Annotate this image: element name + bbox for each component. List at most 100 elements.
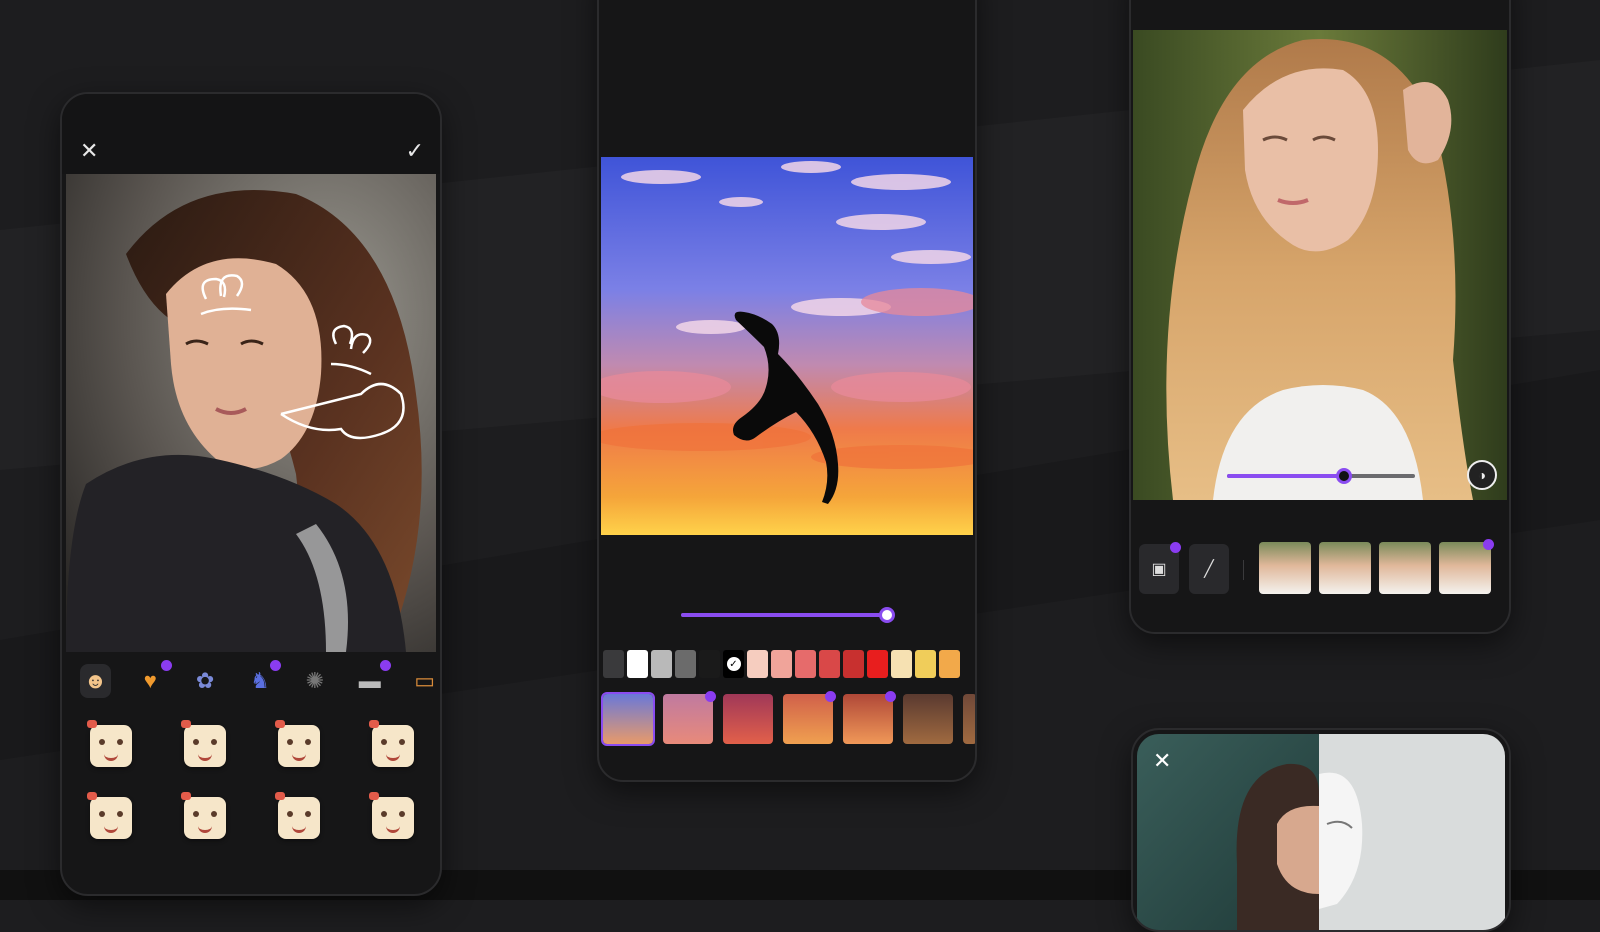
- emoji-face-icon: ☻: [83, 668, 107, 693]
- image-icon: ▣: [1151, 561, 1167, 578]
- bow-icon: [369, 720, 379, 728]
- sticker-item[interactable]: [275, 792, 320, 839]
- hat-icon: ▬: [358, 668, 381, 693]
- sticker-category-tab[interactable]: ▭: [409, 664, 440, 698]
- color-swatch[interactable]: [867, 650, 888, 678]
- color-swatch[interactable]: [699, 650, 720, 678]
- heart-icon: ♥: [143, 668, 157, 693]
- check-icon[interactable]: ✓: [406, 140, 424, 162]
- face-eyes: [287, 739, 311, 745]
- face-eyes: [193, 811, 217, 817]
- divider: [1243, 560, 1244, 580]
- filter-preset-thumb[interactable]: [1259, 542, 1311, 594]
- sky-preset-thumb[interactable]: [783, 691, 836, 744]
- compare-button[interactable]: ◑: [1467, 460, 1497, 490]
- face-mouth: [386, 823, 400, 833]
- brush-icon: ╱: [1204, 561, 1214, 578]
- sticker-category-bar: ☻ ♥ ✿ ♞ ✺ ▬ ▭: [80, 660, 440, 698]
- compare-icon: ◑: [1477, 467, 1487, 483]
- color-swatch[interactable]: [651, 650, 672, 678]
- sky-thumbnail-row: [601, 691, 975, 746]
- sticker-editor-phone: ✕ ✓ ☻ ♥ ✿ ♞ ✺ ▬ ▭: [60, 92, 442, 896]
- brush-tool-button[interactable]: ╱: [1189, 544, 1229, 594]
- sticker-category-tab[interactable]: ✿: [190, 664, 221, 698]
- sky-preset-thumb[interactable]: [843, 691, 896, 744]
- color-swatch[interactable]: [891, 650, 912, 678]
- sticker-item[interactable]: [87, 720, 132, 767]
- bow-icon: [275, 720, 285, 728]
- face-eyes: [287, 811, 311, 817]
- sticker-item[interactable]: [181, 792, 226, 839]
- filter-editor-phone: ◑ ▣ ╱: [1129, 0, 1511, 634]
- bow-icon: [275, 792, 285, 800]
- sky-photo: [601, 157, 973, 535]
- bow-icon: [369, 792, 379, 800]
- color-swatch[interactable]: [843, 650, 864, 678]
- sticker-category-tab[interactable]: ♥: [135, 660, 172, 698]
- close-icon[interactable]: ✕: [80, 140, 98, 162]
- sticker-category-tab[interactable]: ✺: [299, 664, 330, 698]
- color-swatch[interactable]: [795, 650, 816, 678]
- sky-preset-thumb[interactable]: [723, 694, 773, 744]
- bow-icon: [87, 720, 97, 728]
- cat-icon: ♞: [250, 668, 270, 693]
- sky-editor-phone: ✓: [597, 0, 977, 782]
- premium-badge: [380, 660, 392, 671]
- face-eyes: [99, 739, 123, 745]
- face-eyes: [193, 739, 217, 745]
- portrait-photo: [66, 174, 436, 652]
- filter-strength-slider[interactable]: [1227, 468, 1415, 484]
- premium-badge: [705, 691, 716, 702]
- image-tool-button[interactable]: ▣: [1139, 542, 1181, 594]
- premium-badge: [885, 691, 896, 702]
- sticker-item[interactable]: [369, 720, 414, 767]
- color-swatch[interactable]: [939, 650, 960, 678]
- sticker-category-tab[interactable]: ☻: [80, 664, 111, 698]
- blonde-portrait-photo: [1133, 30, 1507, 500]
- sticker-category-tab[interactable]: ▬: [354, 660, 392, 698]
- sticker-category-tab[interactable]: ♞: [245, 660, 282, 698]
- color-swatch[interactable]: [915, 650, 936, 678]
- premium-badge: [270, 660, 282, 671]
- tool-row: ▣ ╱: [1131, 539, 1509, 602]
- color-swatch[interactable]: [675, 650, 696, 678]
- sky-preset-thumb[interactable]: [601, 692, 655, 746]
- filter-preset-thumb[interactable]: [1319, 542, 1371, 594]
- sky-preset-thumb[interactable]: [963, 694, 975, 744]
- filter-preset-thumb[interactable]: [1379, 542, 1431, 594]
- sticker-item[interactable]: [181, 720, 226, 767]
- face-mouth: [198, 823, 212, 833]
- color-swatch[interactable]: [747, 650, 768, 678]
- premium-badge: [825, 691, 836, 702]
- sky-preset-thumb[interactable]: [903, 694, 953, 744]
- spark-icon: ✺: [305, 668, 325, 693]
- color-swatch[interactable]: [627, 650, 648, 678]
- face-mouth: [386, 751, 400, 761]
- close-icon[interactable]: ✕: [1153, 750, 1171, 772]
- color-swatch[interactable]: [603, 650, 624, 678]
- color-swatch[interactable]: [819, 650, 840, 678]
- sticker-item[interactable]: [275, 720, 320, 767]
- sky-preset-thumb[interactable]: [663, 691, 716, 744]
- bow-icon: [181, 720, 191, 728]
- sky-intensity-slider[interactable]: [681, 607, 895, 623]
- face-mouth: [292, 751, 306, 761]
- editor-top-bar: ✕ ✓: [62, 94, 440, 174]
- sticker-item[interactable]: [369, 792, 414, 839]
- color-swatch-row: ✓: [603, 650, 960, 678]
- face-eyes: [381, 739, 405, 745]
- sticker-item[interactable]: [87, 792, 132, 839]
- face-mouth: [292, 823, 306, 833]
- face-editor-phone: ✕: [1131, 728, 1511, 932]
- color-swatch[interactable]: ✓: [723, 650, 744, 678]
- color-swatch[interactable]: [771, 650, 792, 678]
- sticker-grid: [62, 709, 440, 889]
- bow-icon: [87, 792, 97, 800]
- face-split-photo: ✕: [1137, 734, 1505, 930]
- text-badge-icon: ▭: [414, 668, 435, 693]
- filter-preset-thumb[interactable]: [1439, 539, 1494, 594]
- bow-icon: [181, 792, 191, 800]
- face-eyes: [99, 811, 123, 817]
- face-mouth: [198, 751, 212, 761]
- face-mouth: [104, 823, 118, 833]
